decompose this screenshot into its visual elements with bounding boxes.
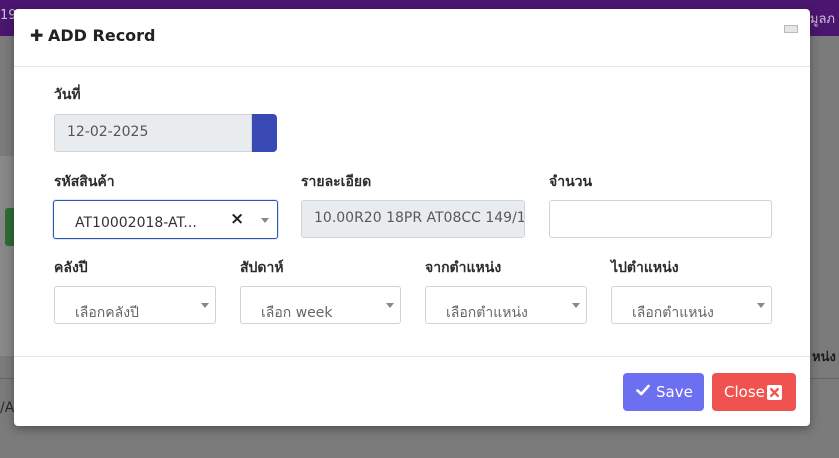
modal-header: ✚ ADD Record: [14, 9, 810, 67]
close-button[interactable]: Close: [712, 373, 796, 411]
chevron-down-icon: [572, 303, 580, 308]
background-row-text: /A: [0, 400, 15, 416]
modal-title-text: ADD Record: [48, 26, 156, 45]
product-code-value: AT10002018-AT...: [75, 215, 197, 231]
week-select[interactable]: เลือก week: [240, 286, 401, 324]
check-icon: [636, 384, 650, 396]
detail-field: 10.00R20 18PR AT08CC 149/146K: [301, 200, 525, 238]
detail-label: รายละเอียด: [301, 174, 372, 190]
to-location-placeholder: เลือกตำแหน่ง: [632, 305, 714, 321]
from-location-select[interactable]: เลือกตำแหน่ง: [425, 286, 587, 324]
chevron-down-icon: [261, 218, 269, 223]
chevron-down-icon: [757, 303, 765, 308]
warehouse-year-placeholder: เลือกคลังปี: [75, 305, 139, 321]
save-button-label: Save: [656, 383, 693, 401]
modal-footer-divider: [14, 356, 810, 357]
background-panel: [0, 156, 14, 356]
detail-value: 10.00R20 18PR AT08CC 149/146K: [314, 210, 525, 226]
quantity-label: จำนวน: [549, 174, 593, 190]
minimize-icon[interactable]: [784, 25, 798, 33]
close-button-label: Close: [724, 383, 765, 401]
background-topbar-right-text: มูลภ: [809, 12, 835, 27]
week-label: สัปดาห์: [240, 260, 284, 276]
warehouse-year-label: คลังปี: [54, 260, 88, 276]
to-location-label: ไปตำแหน่ง: [611, 260, 679, 276]
close-box-icon: [767, 385, 782, 400]
to-location-select[interactable]: เลือกตำแหน่ง: [611, 286, 772, 324]
date-label: วันที่: [54, 87, 81, 103]
product-code-label: รหัสสินค้า: [54, 174, 115, 190]
week-placeholder: เลือก week: [261, 305, 333, 321]
quantity-input[interactable]: [549, 200, 772, 238]
add-record-modal: ✚ ADD Record วันที่ 12-02-2025 รหัสสินค้า…: [14, 9, 810, 426]
chevron-down-icon: [386, 303, 394, 308]
background-green-button: [5, 208, 14, 246]
save-button[interactable]: Save: [623, 373, 704, 411]
date-input[interactable]: 12-02-2025: [54, 114, 252, 152]
background-column-header: หน่ง: [812, 350, 836, 365]
warehouse-year-select[interactable]: เลือกคลังปี: [54, 286, 216, 324]
date-value: 12-02-2025: [67, 124, 149, 140]
from-location-label: จากตำแหน่ง: [425, 260, 502, 276]
from-location-placeholder: เลือกตำแหน่ง: [446, 305, 528, 321]
plus-icon: ✚: [30, 26, 44, 45]
modal-title: ✚ ADD Record: [30, 26, 156, 45]
chevron-down-icon: [201, 303, 209, 308]
product-code-select[interactable]: AT10002018-AT... ×: [53, 200, 278, 239]
clear-icon[interactable]: ×: [230, 209, 244, 229]
calendar-button[interactable]: [252, 114, 277, 152]
